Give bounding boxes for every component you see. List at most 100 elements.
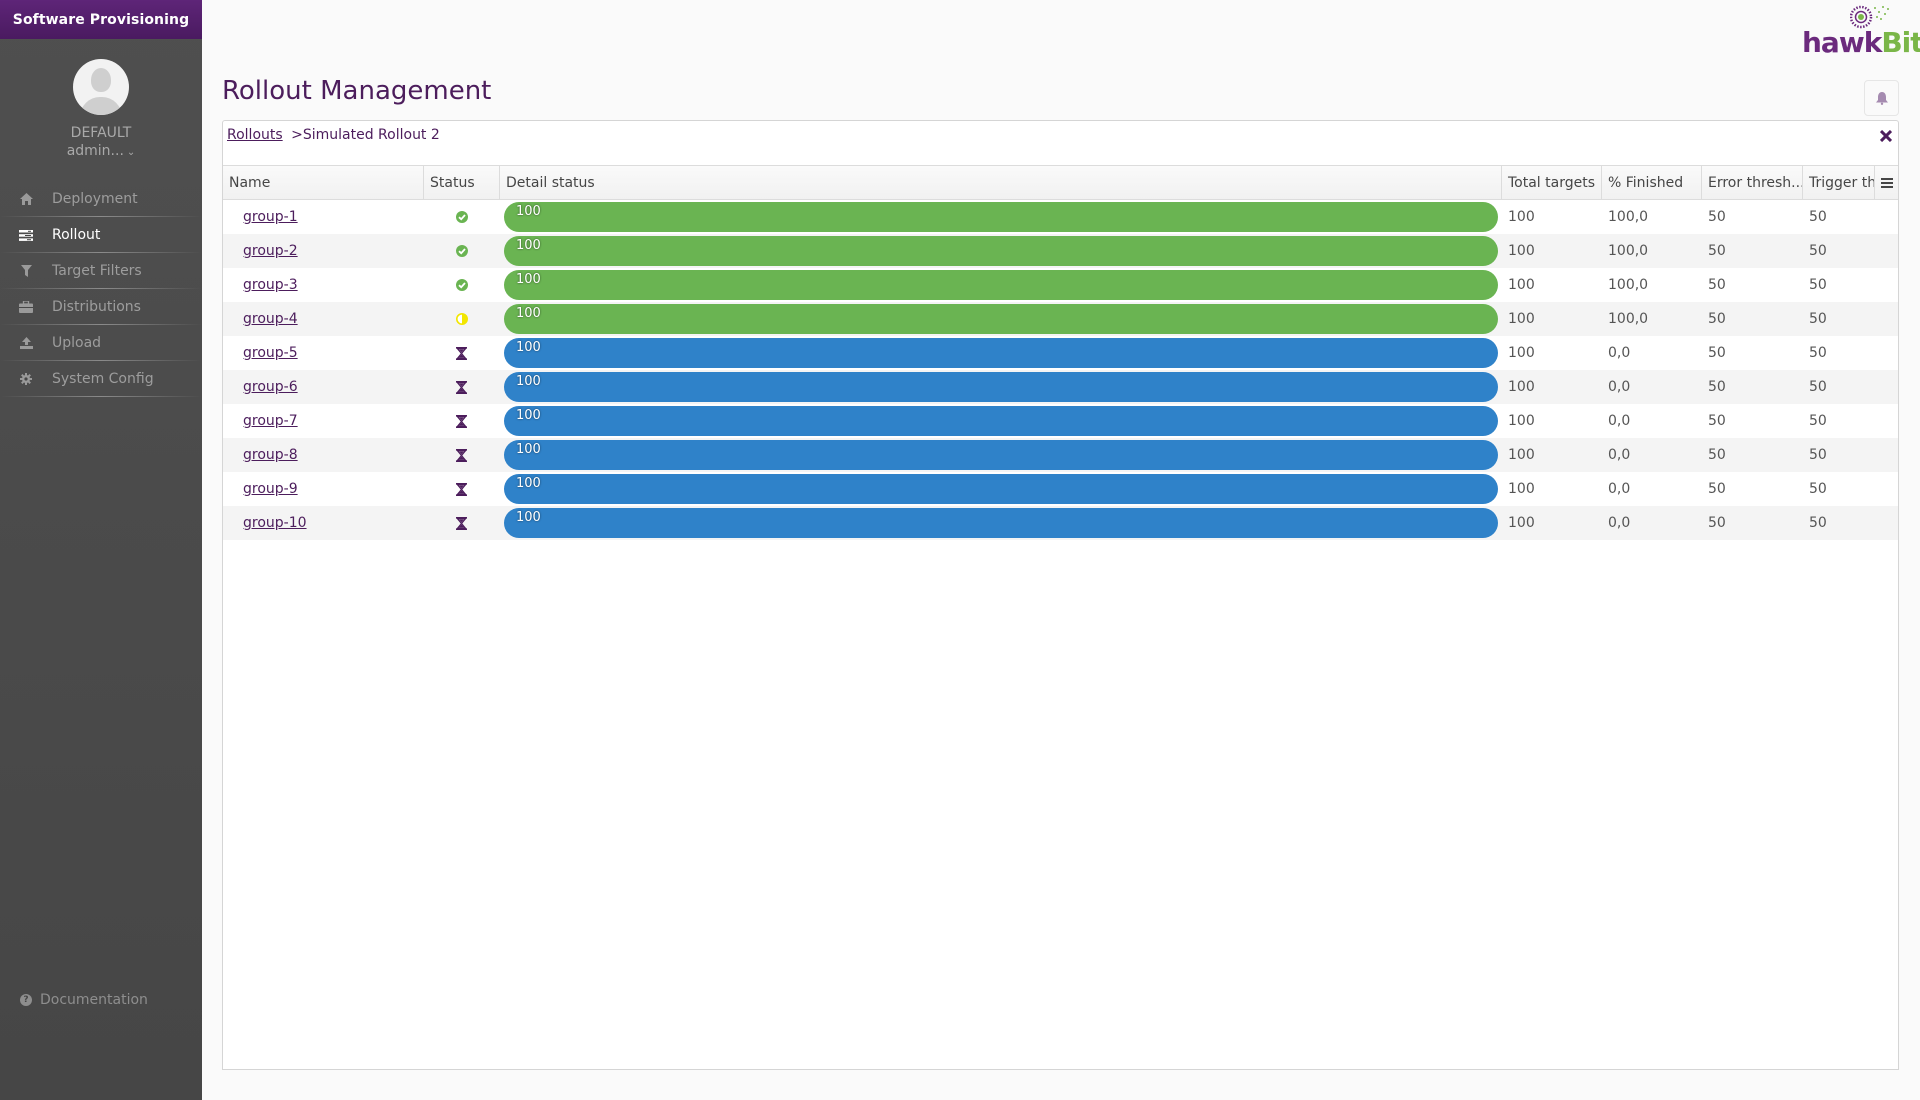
detail-status-label: 100 xyxy=(516,272,541,287)
sidebar-item-distributions[interactable]: Distributions xyxy=(0,289,202,325)
group-name-link[interactable]: group-6 xyxy=(229,379,298,395)
cell-trigger-threshold: 50 xyxy=(1809,379,1827,395)
cell-name: group-10 xyxy=(223,506,424,540)
column-header-error-threshold[interactable]: Error thresh... xyxy=(1702,166,1803,199)
cell-detail-status: 100 xyxy=(500,200,1502,234)
user-menu[interactable]: admin... ⌄ xyxy=(0,143,202,159)
cell-error-threshold: 50 xyxy=(1708,277,1726,293)
detail-status-label: 100 xyxy=(516,476,541,491)
cell-finished-pct: 0,0 xyxy=(1608,379,1631,395)
cell-total-targets: 100 xyxy=(1508,277,1535,293)
group-name-link[interactable]: group-5 xyxy=(229,345,298,361)
group-name-link[interactable]: group-1 xyxy=(229,209,298,225)
table-row[interactable]: group-5 100 100 0,0 50 50 xyxy=(223,336,1898,370)
user-block: DEFAULT admin... ⌄ xyxy=(0,39,202,159)
check-circle-icon xyxy=(456,279,468,291)
cell-trigger-threshold: 50 xyxy=(1809,311,1827,327)
sidebar-item-deployment[interactable]: Deployment xyxy=(0,181,202,217)
group-name-link[interactable]: group-2 xyxy=(229,243,298,259)
cell-trigger-threshold: 50 xyxy=(1809,481,1827,497)
group-name-link[interactable]: group-4 xyxy=(229,311,298,327)
cell-status xyxy=(424,302,500,336)
detail-status-label: 100 xyxy=(516,408,541,423)
cell-status xyxy=(424,404,500,438)
column-header-trigger-threshold[interactable]: Trigger thr xyxy=(1803,166,1875,199)
group-name-link[interactable]: group-3 xyxy=(229,277,298,293)
cell-status xyxy=(424,200,500,234)
filter-icon xyxy=(0,265,52,277)
cell-finished-pct: 0,0 xyxy=(1608,447,1631,463)
cell-name: group-9 xyxy=(223,472,424,506)
group-name-link[interactable]: group-9 xyxy=(229,481,298,497)
table-row[interactable]: group-9 100 100 0,0 50 50 xyxy=(223,472,1898,506)
table-row[interactable]: group-8 100 100 0,0 50 50 xyxy=(223,438,1898,472)
table-row[interactable]: group-7 100 100 0,0 50 50 xyxy=(223,404,1898,438)
cell-total-targets: 100 xyxy=(1508,311,1535,327)
cell-name: group-6 xyxy=(223,370,424,404)
detail-status-bar: 100 xyxy=(504,202,1498,232)
detail-status-bar: 100 xyxy=(504,508,1498,538)
avatar xyxy=(73,59,129,115)
cell-total-targets: 100 xyxy=(1508,447,1535,463)
documentation-link[interactable]: ? Documentation xyxy=(20,992,148,1008)
cell-total-targets: 100 xyxy=(1508,379,1535,395)
help-icon: ? xyxy=(20,994,32,1006)
half-circle-icon xyxy=(456,313,468,325)
column-header-finished[interactable]: % Finished xyxy=(1602,166,1702,199)
notifications-button[interactable] xyxy=(1864,80,1899,116)
group-name-link[interactable]: group-10 xyxy=(229,515,307,531)
sidebar-item-label: Distributions xyxy=(52,299,141,315)
cell-total-targets: 100 xyxy=(1508,413,1535,429)
cell-total-targets: 100 xyxy=(1508,345,1535,361)
sidebar-item-system-config[interactable]: System Config xyxy=(0,361,202,397)
sidebar-item-label: System Config xyxy=(52,371,154,387)
breadcrumb-rollouts-link[interactable]: Rollouts xyxy=(227,127,283,143)
table-row[interactable]: group-2 100 100 100,0 50 50 xyxy=(223,234,1898,268)
column-header-status[interactable]: Status xyxy=(424,166,500,199)
cell-finished-pct: 100,0 xyxy=(1608,277,1649,293)
close-icon xyxy=(1879,129,1893,143)
sidebar-item-target-filters[interactable]: Target Filters xyxy=(0,253,202,289)
column-header-detail-status[interactable]: Detail status xyxy=(500,166,1502,199)
cell-error-threshold: 50 xyxy=(1708,379,1726,395)
cell-error-threshold: 50 xyxy=(1708,413,1726,429)
hourglass-icon xyxy=(456,381,468,394)
breadcrumb-separator: > xyxy=(291,127,303,143)
column-header-name[interactable]: Name xyxy=(223,166,424,199)
hourglass-icon xyxy=(456,483,468,496)
cell-name: group-4 xyxy=(223,302,424,336)
cell-error-threshold: 50 xyxy=(1708,481,1726,497)
detail-status-label: 100 xyxy=(516,340,541,355)
detail-status-bar: 100 xyxy=(504,372,1498,402)
sidebar-item-label: Target Filters xyxy=(52,263,142,279)
table-row[interactable]: group-4 100 100 100,0 50 50 xyxy=(223,302,1898,336)
sidebar-item-rollout[interactable]: Rollout xyxy=(0,217,202,253)
table-row[interactable]: group-3 100 100 100,0 50 50 xyxy=(223,268,1898,302)
table-row[interactable]: group-6 100 100 0,0 50 50 xyxy=(223,370,1898,404)
cell-status xyxy=(424,336,500,370)
cell-status xyxy=(424,370,500,404)
column-header-total-targets[interactable]: Total targets xyxy=(1502,166,1602,199)
page-title: Rollout Management xyxy=(222,76,492,106)
close-button[interactable] xyxy=(1879,127,1893,146)
group-name-link[interactable]: group-7 xyxy=(229,413,298,429)
sidebar-item-upload[interactable]: Upload xyxy=(0,325,202,361)
grid-header: Name Status Detail status Total targets … xyxy=(223,165,1898,200)
cell-error-threshold: 50 xyxy=(1708,209,1726,225)
cell-status xyxy=(424,506,500,540)
table-row[interactable]: group-1 100 100 100,0 50 50 xyxy=(223,200,1898,234)
cell-detail-status: 100 xyxy=(500,268,1502,302)
briefcase-icon xyxy=(0,301,52,313)
detail-status-bar: 100 xyxy=(504,440,1498,470)
group-name-link[interactable]: group-8 xyxy=(229,447,298,463)
cell-error-threshold: 50 xyxy=(1708,243,1726,259)
column-menu-button[interactable] xyxy=(1875,166,1898,199)
hourglass-icon xyxy=(456,517,468,530)
cell-name: group-2 xyxy=(223,234,424,268)
table-row[interactable]: group-10 100 100 0,0 50 50 xyxy=(223,506,1898,540)
hourglass-icon xyxy=(456,415,468,428)
cell-trigger-threshold: 50 xyxy=(1809,277,1827,293)
detail-status-bar: 100 xyxy=(504,304,1498,334)
cell-detail-status: 100 xyxy=(500,336,1502,370)
cell-name: group-8 xyxy=(223,438,424,472)
